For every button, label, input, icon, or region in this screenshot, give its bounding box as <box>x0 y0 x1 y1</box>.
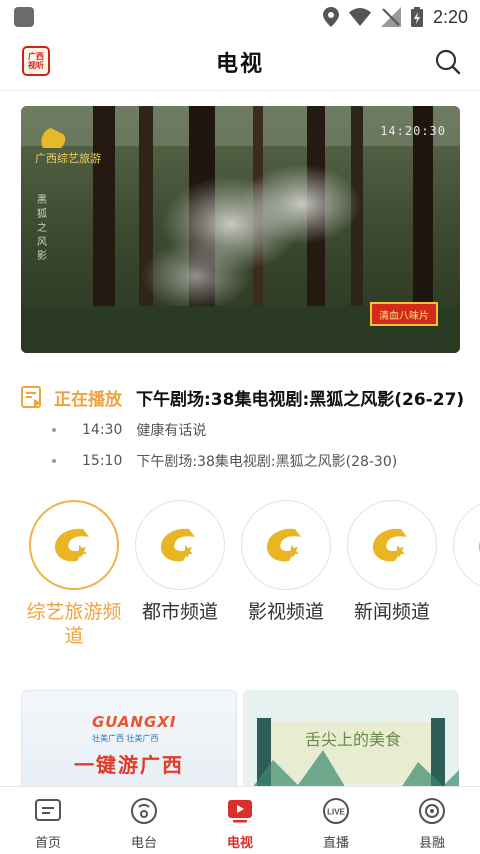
video-caption: 黑狐之风影 <box>37 195 47 262</box>
channel-logo <box>29 500 119 590</box>
app-logo[interactable]: 广西 视听 <box>22 46 50 76</box>
tab-home[interactable]: 首页 <box>0 787 96 854</box>
video-player[interactable]: 广西综艺旅游 14:20:30 黑狐之风影 清血八味片 <box>21 106 460 353</box>
tv-icon <box>225 796 255 826</box>
bottom-tab-bar: 首页 电台 电视 LIVE 直播 县融 <box>0 786 480 854</box>
tab-label: 电台 <box>130 836 157 851</box>
promo-card-travel[interactable]: GUANGXI 壮美广西 壮美广西 一键游广西 <box>21 690 237 786</box>
tab-radio[interactable]: 电台 <box>96 787 192 854</box>
schedule-time: 14:30 <box>82 422 123 438</box>
channel-logo <box>241 500 331 590</box>
tab-label: 首页 <box>34 836 61 851</box>
channel-name: 综艺旅游频道 <box>26 601 122 647</box>
county-icon <box>417 796 447 826</box>
tab-label: 电视 <box>226 836 253 851</box>
tab-label: 直播 <box>322 836 349 851</box>
tab-live[interactable]: LIVE 直播 <box>288 787 384 854</box>
playlist-icon <box>21 386 41 408</box>
notification-icon <box>14 7 34 27</box>
channel-logo-icon <box>373 528 407 562</box>
channel-logo-icon <box>479 541 480 552</box>
tab-label: 县融 <box>418 836 445 851</box>
now-playing-title: 下午剧场:38集电视剧:黑狐之风影(26-27) <box>136 389 465 410</box>
home-icon <box>33 796 63 826</box>
now-playing-label: 正在播放 <box>54 389 122 410</box>
tab-tv[interactable]: 电视 <box>192 787 288 854</box>
video-ad-banner: 清血八味片 <box>370 302 438 326</box>
app-logo-line2: 视听 <box>28 61 44 70</box>
app-logo-line1: 广西 <box>28 52 44 61</box>
svg-text:LIVE: LIVE <box>327 808 345 817</box>
tab-county[interactable]: 县融 <box>384 787 480 854</box>
header: 广西 视听 电视 <box>0 34 480 90</box>
channel-logo <box>453 500 480 590</box>
radio-icon <box>129 796 159 826</box>
promo-brand: GUANGXI <box>92 713 177 731</box>
now-playing[interactable]: 正在播放 下午剧场:38集电视剧:黑狐之风影(26-27) <box>20 384 470 410</box>
promo-subtitle: 壮美广西 壮美广西 <box>92 734 159 743</box>
status-time: 2:20 <box>432 6 468 27</box>
channel-list: 综艺旅游频道 都市频道 影视频道 新闻频道 国 <box>16 500 480 670</box>
channel-logo-icon <box>161 528 195 562</box>
bullet-icon <box>52 459 56 463</box>
video-channel-logo: 广西综艺旅游 <box>35 152 101 165</box>
wifi-icon <box>348 8 371 26</box>
promo-food-title: 舌尖上的美食 <box>305 730 402 749</box>
schedule-item[interactable]: 14:30 健康有话说 <box>52 419 206 441</box>
location-icon <box>322 7 339 27</box>
promo-cards: GUANGXI 壮美广西 壮美广西 一键游广西 舌尖上的美食 <box>21 690 480 786</box>
channel-name: 都市频道 <box>141 601 218 623</box>
channel-item[interactable]: 综艺旅游频道 <box>24 500 124 648</box>
channel-logo <box>347 500 437 590</box>
schedule-item[interactable]: 15:10 下午剧场:38集电视剧:黑狐之风影(28-30) <box>52 450 397 472</box>
promo-title: 一键游广西 <box>74 753 184 777</box>
header-divider <box>0 90 480 91</box>
schedule-title: 健康有话说 <box>136 423 207 439</box>
schedule-time: 15:10 <box>82 453 123 469</box>
channel-name: 新闻频道 <box>353 601 430 623</box>
schedule-title: 下午剧场:38集电视剧:黑狐之风影(28-30) <box>136 454 398 470</box>
channel-item[interactable]: 新闻频道 <box>342 500 442 624</box>
signal-icon <box>380 7 401 27</box>
channel-item[interactable]: 影视频道 <box>236 500 336 624</box>
live-icon: LIVE <box>321 796 351 826</box>
search-button[interactable] <box>432 46 464 78</box>
channel-logo-icon <box>267 528 301 562</box>
channel-item[interactable]: 都市频道 <box>130 500 230 624</box>
video-clock: 14:20:30 <box>380 124 446 138</box>
page-title: 电视 <box>215 52 264 77</box>
channel-name: 国 <box>448 600 480 624</box>
promo-card-food[interactable]: 舌尖上的美食 <box>243 690 459 786</box>
battery-icon <box>410 7 423 27</box>
channel-logo <box>135 500 225 590</box>
channel-name: 影视频道 <box>247 601 324 623</box>
channel-logo-icon <box>55 528 89 562</box>
bullet-icon <box>52 428 56 432</box>
search-icon <box>435 49 461 75</box>
status-bar: 2:20 <box>0 0 480 34</box>
channel-item[interactable]: 国 <box>448 500 480 624</box>
